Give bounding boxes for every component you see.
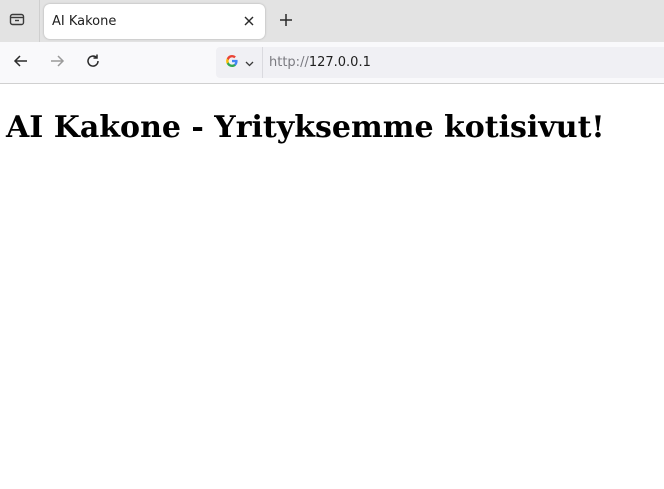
search-engine-button[interactable] [216,47,263,78]
tab-bar: AI Kakone [0,0,664,42]
reload-icon [85,53,101,73]
tab-title: AI Kakone [52,14,117,29]
navigation-toolbar: http://127.0.0.1 [0,42,664,84]
close-icon [243,12,255,31]
tab-list-button[interactable] [4,9,30,33]
plus-icon [279,12,293,31]
arrow-right-icon [49,53,65,73]
forward-button[interactable] [44,50,70,76]
page-heading: AI Kakone - Yrityksemme kotisivut! [6,110,605,145]
new-tab-button[interactable] [275,10,297,32]
arrow-left-icon [13,53,29,73]
address-bar[interactable]: http://127.0.0.1 [216,47,664,78]
url-host: 127.0.0.1 [308,55,371,70]
reload-button[interactable] [80,50,106,76]
tab-separator [39,0,40,42]
back-button[interactable] [8,50,34,76]
tab-list-icon [9,11,25,31]
chevron-down-icon [245,53,254,72]
google-g-icon [225,53,239,72]
page-content: AI Kakone - Yrityksemme kotisivut! [0,84,664,489]
url-scheme: http:// [269,55,309,70]
close-tab-button[interactable] [239,11,259,31]
url-text[interactable]: http://127.0.0.1 [269,55,371,70]
active-tab[interactable]: AI Kakone [44,4,265,39]
